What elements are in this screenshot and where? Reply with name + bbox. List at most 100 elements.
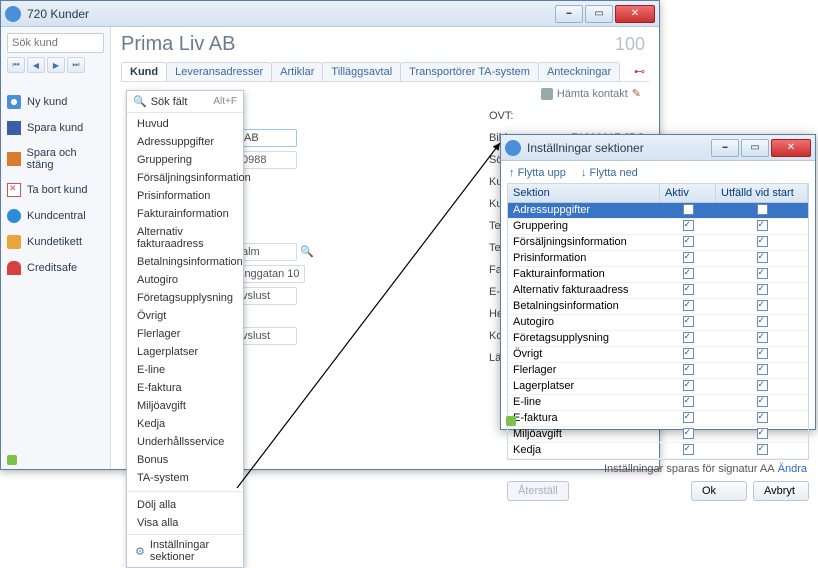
search-input[interactable] [7, 33, 104, 53]
expanded-checkbox[interactable] [757, 236, 768, 247]
active-checkbox[interactable] [683, 332, 694, 343]
expanded-checkbox[interactable] [757, 204, 768, 215]
expanded-checkbox[interactable] [757, 268, 768, 279]
popup-item[interactable]: Gruppering [127, 151, 243, 169]
expanded-checkbox[interactable] [757, 380, 768, 391]
expanded-checkbox[interactable] [757, 364, 768, 375]
active-checkbox[interactable] [683, 444, 694, 455]
active-checkbox[interactable] [683, 364, 694, 375]
section-row[interactable]: Flerlager [508, 363, 808, 379]
ok-button[interactable]: Ok [691, 481, 747, 501]
popup-item[interactable]: Försäljningsinformation [127, 169, 243, 187]
move-down-link[interactable]: ↓ Flytta ned [581, 167, 638, 179]
tab-leverans[interactable]: Leveransadresser [166, 62, 272, 81]
popup-item[interactable]: Miljöavgift [127, 397, 243, 415]
pin-icon[interactable]: ⊷ [630, 62, 649, 81]
maximize-button[interactable] [585, 5, 613, 23]
sidebar-item-saveclose[interactable]: Spara och stäng [7, 147, 104, 171]
minimize-button[interactable] [555, 5, 583, 23]
active-checkbox[interactable] [683, 348, 694, 359]
popup-item[interactable]: Kedja [127, 415, 243, 433]
active-checkbox[interactable] [683, 252, 694, 263]
nav-last[interactable]: ⏭ [67, 57, 85, 73]
sidebar-item-credit[interactable]: Creditsafe [7, 261, 104, 275]
expanded-checkbox[interactable] [757, 284, 768, 295]
expanded-checkbox[interactable] [757, 220, 768, 231]
popup-item[interactable]: Prisinformation [127, 187, 243, 205]
expanded-checkbox[interactable] [757, 252, 768, 263]
nav-first[interactable]: ⏮ [7, 57, 25, 73]
col-utfalld[interactable]: Utfälld vid start [716, 184, 808, 202]
col-sektion[interactable]: Sektion [508, 184, 660, 202]
section-row[interactable]: Betalningsinformation [508, 299, 808, 315]
expanded-checkbox[interactable] [757, 300, 768, 311]
popup-item[interactable]: Lagerplatser [127, 343, 243, 361]
popup-item[interactable]: Företagsupplysning [127, 289, 243, 307]
expanded-checkbox[interactable] [757, 396, 768, 407]
active-checkbox[interactable] [683, 316, 694, 327]
section-row[interactable]: Företagsupplysning [508, 331, 808, 347]
active-checkbox[interactable] [683, 220, 694, 231]
active-checkbox[interactable] [683, 396, 694, 407]
expanded-checkbox[interactable] [757, 332, 768, 343]
tab-artiklar[interactable]: Artiklar [271, 62, 323, 81]
dialog-close[interactable] [771, 139, 811, 157]
hamta-kontakt-link[interactable]: Hämta kontakt ✎ [541, 87, 641, 100]
expanded-checkbox[interactable] [757, 348, 768, 359]
tab-tillaggsavtal[interactable]: Tilläggsavtal [322, 62, 401, 81]
tab-anteckningar[interactable]: Anteckningar [538, 62, 620, 81]
section-row[interactable]: Prisinformation [508, 251, 808, 267]
section-row[interactable]: Övrigt [508, 347, 808, 363]
popup-item[interactable]: Fakturainformation [127, 205, 243, 223]
cancel-button[interactable]: Avbryt [753, 481, 809, 501]
dialog-max[interactable] [741, 139, 769, 157]
active-checkbox[interactable] [683, 300, 694, 311]
dialog-min[interactable] [711, 139, 739, 157]
popup-item[interactable]: Autogiro [127, 271, 243, 289]
section-row[interactable]: Miljöavgift [508, 427, 808, 443]
active-checkbox[interactable] [683, 204, 694, 215]
section-row[interactable]: Alternativ fakturaadress [508, 283, 808, 299]
popup-item[interactable]: Adressuppgifter [127, 133, 243, 151]
section-row[interactable]: Adressuppgifter [508, 203, 808, 219]
sidebar-item-new[interactable]: Ny kund [7, 95, 104, 109]
col-aktiv[interactable]: Aktiv [660, 184, 716, 202]
popup-item[interactable]: Övrigt [127, 307, 243, 325]
section-row[interactable]: E-line [508, 395, 808, 411]
section-row[interactable]: Kedja [508, 443, 808, 459]
tab-transportorer[interactable]: Transportörer TA-system [400, 62, 539, 81]
section-row[interactable]: Autogiro [508, 315, 808, 331]
move-up-link[interactable]: ↑ Flytta upp [509, 167, 566, 179]
nav-next[interactable]: ▶ [47, 57, 65, 73]
andra-link[interactable]: Ändra [778, 463, 807, 475]
active-checkbox[interactable] [683, 284, 694, 295]
tab-kund[interactable]: Kund [121, 62, 167, 81]
expanded-checkbox[interactable] [757, 428, 768, 439]
active-checkbox[interactable] [683, 268, 694, 279]
sidebar-item-central[interactable]: Kundcentral [7, 209, 104, 223]
popup-visa[interactable]: Visa alla [127, 514, 243, 532]
popup-item[interactable]: Flerlager [127, 325, 243, 343]
expanded-checkbox[interactable] [757, 444, 768, 455]
section-row[interactable]: Fakturainformation [508, 267, 808, 283]
reset-button[interactable]: Återställ [507, 481, 569, 501]
active-checkbox[interactable] [683, 412, 694, 423]
active-checkbox[interactable] [683, 380, 694, 391]
active-checkbox[interactable] [683, 428, 694, 439]
section-row[interactable]: Lagerplatser [508, 379, 808, 395]
section-row[interactable]: E-faktura [508, 411, 808, 427]
section-row[interactable]: Försäljningsinformation [508, 235, 808, 251]
popup-item[interactable]: Alternativ fakturaadress [127, 223, 243, 253]
edit-icon[interactable]: ✎ [632, 87, 641, 100]
expanded-checkbox[interactable] [757, 316, 768, 327]
popup-item[interactable]: E-line [127, 361, 243, 379]
popup-item[interactable]: Betalningsinformation [127, 253, 243, 271]
popup-settings[interactable]: ⚙ Inställningar sektioner [127, 534, 243, 567]
sidebar-item-delete[interactable]: Ta bort kund [7, 183, 104, 197]
sidebar-item-save[interactable]: Spara kund [7, 121, 104, 135]
expanded-checkbox[interactable] [757, 412, 768, 423]
popup-item[interactable]: Underhållsservice [127, 433, 243, 451]
nav-prev[interactable]: ◀ [27, 57, 45, 73]
popup-item[interactable]: Bonus [127, 451, 243, 469]
popup-search[interactable]: 🔍 Sök fält Alt+F [127, 91, 243, 113]
